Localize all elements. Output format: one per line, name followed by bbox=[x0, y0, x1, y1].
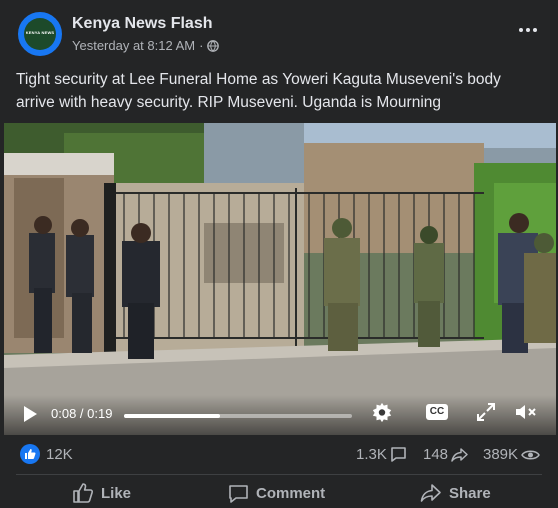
video-frame bbox=[4, 123, 556, 435]
volume-muted-icon[interactable] bbox=[514, 402, 538, 422]
post-header: KENYA NEWS Kenya News Flash Yesterday at… bbox=[0, 0, 558, 64]
thumbs-up-badge-icon bbox=[25, 449, 36, 459]
globe-icon bbox=[207, 39, 220, 52]
comment-stat[interactable]: 1.3K bbox=[356, 446, 407, 463]
avatar-logo: KENYA NEWS bbox=[24, 18, 56, 50]
like-reaction-icon[interactable] bbox=[20, 444, 40, 464]
share-icon bbox=[420, 484, 441, 502]
actions-divider bbox=[16, 474, 542, 475]
comment-label: Comment bbox=[256, 484, 326, 502]
comment-icon bbox=[229, 484, 248, 503]
progress-fill bbox=[124, 414, 220, 418]
page-avatar[interactable]: KENYA NEWS bbox=[18, 12, 62, 56]
like-label: Like bbox=[101, 484, 132, 502]
captions-icon[interactable]: CC bbox=[426, 404, 448, 420]
avatar-logo-text: KENYA NEWS bbox=[25, 30, 55, 35]
progress-bar[interactable] bbox=[124, 414, 352, 418]
play-icon[interactable] bbox=[22, 405, 38, 423]
fullscreen-icon[interactable] bbox=[476, 402, 496, 422]
share-label: Share bbox=[449, 484, 491, 502]
comment-bubble-icon bbox=[391, 447, 406, 462]
share-arrow-icon bbox=[451, 447, 468, 462]
view-count: 389K bbox=[483, 446, 519, 463]
eye-icon bbox=[521, 450, 540, 459]
more-options-icon[interactable] bbox=[514, 20, 542, 40]
meta-separator: · bbox=[199, 38, 204, 53]
gear-icon[interactable] bbox=[371, 401, 393, 423]
video-controls: 0:08 / 0:19 CC bbox=[4, 395, 556, 435]
comment-count: 1.3K bbox=[356, 446, 387, 463]
video-player[interactable]: 0:08 / 0:19 CC bbox=[4, 123, 556, 435]
post-caption: Tight security at Lee Funeral Home as Yo… bbox=[16, 71, 501, 111]
comment-button[interactable]: Comment bbox=[228, 480, 325, 506]
page-name[interactable]: Kenya News Flash bbox=[72, 15, 213, 33]
share-stat[interactable]: 148 bbox=[423, 446, 469, 463]
post-meta: Yesterday at 8:12 AM · bbox=[72, 38, 220, 53]
facebook-post: KENYA NEWS Kenya News Flash Yesterday at… bbox=[0, 0, 558, 508]
share-button[interactable]: Share bbox=[420, 480, 491, 506]
post-actions: Like Comment Share bbox=[0, 476, 558, 508]
post-timestamp[interactable]: Yesterday at 8:12 AM bbox=[72, 38, 195, 53]
post-stats: 12K 1.3K 148 389K bbox=[0, 440, 558, 470]
views-stat[interactable]: 389K bbox=[483, 446, 540, 463]
video-time: 0:08 / 0:19 bbox=[51, 406, 113, 421]
share-count: 148 bbox=[423, 446, 449, 463]
like-button[interactable]: Like bbox=[72, 480, 131, 506]
reaction-count[interactable]: 12K bbox=[46, 446, 73, 463]
thumbs-up-icon bbox=[73, 483, 94, 503]
